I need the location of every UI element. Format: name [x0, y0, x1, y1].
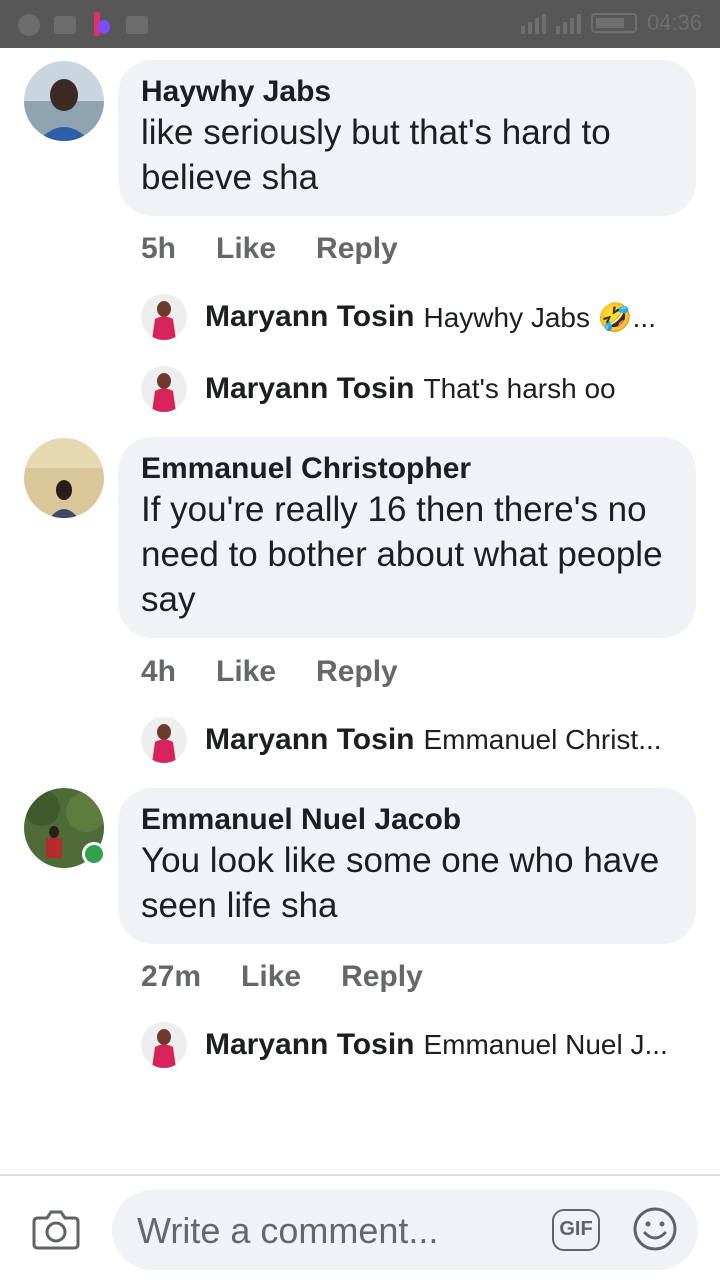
app-notification-icon [90, 12, 112, 38]
like-button[interactable]: Like [241, 960, 301, 994]
message-icon [54, 16, 76, 34]
comment-input-placeholder: Write a comment... [137, 1210, 439, 1251]
reply-item[interactable]: Maryann Tosin That's harsh oo [141, 365, 701, 413]
reply-button[interactable]: Reply [316, 232, 398, 266]
avatar[interactable] [24, 61, 104, 141]
comment-bubble[interactable]: Haywhy Jabs like seriously but that's ha… [118, 60, 696, 216]
reply-text: Emmanuel Christ... [423, 724, 662, 755]
battery-icon [590, 13, 637, 33]
reply-author[interactable]: Maryann Tosin [205, 723, 414, 757]
reply-text: That's harsh oo [423, 373, 616, 404]
reply-button[interactable]: Reply [341, 960, 423, 994]
comment-text: If you're really 16 then there's no need… [141, 490, 663, 619]
comment-author[interactable]: Emmanuel Nuel Jacob [141, 802, 674, 838]
reply-avatar [141, 294, 187, 340]
comment-actions: 5h Like Reply [141, 232, 398, 266]
signal-icon-2 [555, 12, 581, 34]
reply-avatar [141, 717, 187, 763]
comment-time: 5h [141, 232, 177, 265]
reply-avatar [141, 366, 187, 412]
clock: 04:36 [646, 10, 702, 35]
comment-time: 27m [141, 960, 202, 993]
comment-actions: 27m Like Reply [141, 960, 423, 994]
comment-composer: Write a comment... GIF [0, 1174, 720, 1280]
reply-author[interactable]: Maryann Tosin [205, 300, 414, 334]
comment-bubble[interactable]: Emmanuel Christopher If you're really 16… [118, 437, 696, 638]
image-icon [126, 16, 148, 34]
comment-actions: 4h Like Reply [141, 655, 398, 689]
avatar[interactable] [24, 438, 104, 518]
online-status-indicator [82, 842, 106, 866]
comment-input[interactable]: Write a comment... GIF [112, 1190, 698, 1270]
comment-text: like seriously but that's hard to believ… [141, 113, 611, 197]
reply-avatar [141, 1022, 187, 1068]
reply-text: Haywhy Jabs 🤣... [423, 301, 656, 333]
gif-icon[interactable]: GIF [552, 1209, 600, 1251]
reply-item[interactable]: Maryann Tosin Emmanuel Nuel J... [141, 1021, 701, 1069]
reply-button[interactable]: Reply [316, 655, 398, 689]
messenger-icon [18, 14, 40, 36]
reply-item[interactable]: Maryann Tosin Emmanuel Christ... [141, 716, 701, 764]
status-bar: 04:36 [0, 0, 720, 48]
like-button[interactable]: Like [216, 655, 276, 689]
reply-author[interactable]: Maryann Tosin [205, 372, 414, 406]
emoji-icon[interactable] [632, 1206, 678, 1252]
reply-author[interactable]: Maryann Tosin [205, 1028, 414, 1062]
camera-icon[interactable] [32, 1210, 80, 1250]
comment-time: 4h [141, 655, 177, 688]
comment-author[interactable]: Haywhy Jabs [141, 74, 674, 110]
signal-icon [520, 12, 546, 34]
comment-bubble[interactable]: Emmanuel Nuel Jacob You look like some o… [118, 788, 696, 944]
comment-author[interactable]: Emmanuel Christopher [141, 451, 674, 487]
comment-text: You look like some one who have seen lif… [141, 841, 660, 925]
reply-item[interactable]: Maryann Tosin Haywhy Jabs 🤣... [141, 293, 701, 341]
like-button[interactable]: Like [216, 232, 276, 266]
reply-text: Emmanuel Nuel J... [423, 1029, 668, 1060]
